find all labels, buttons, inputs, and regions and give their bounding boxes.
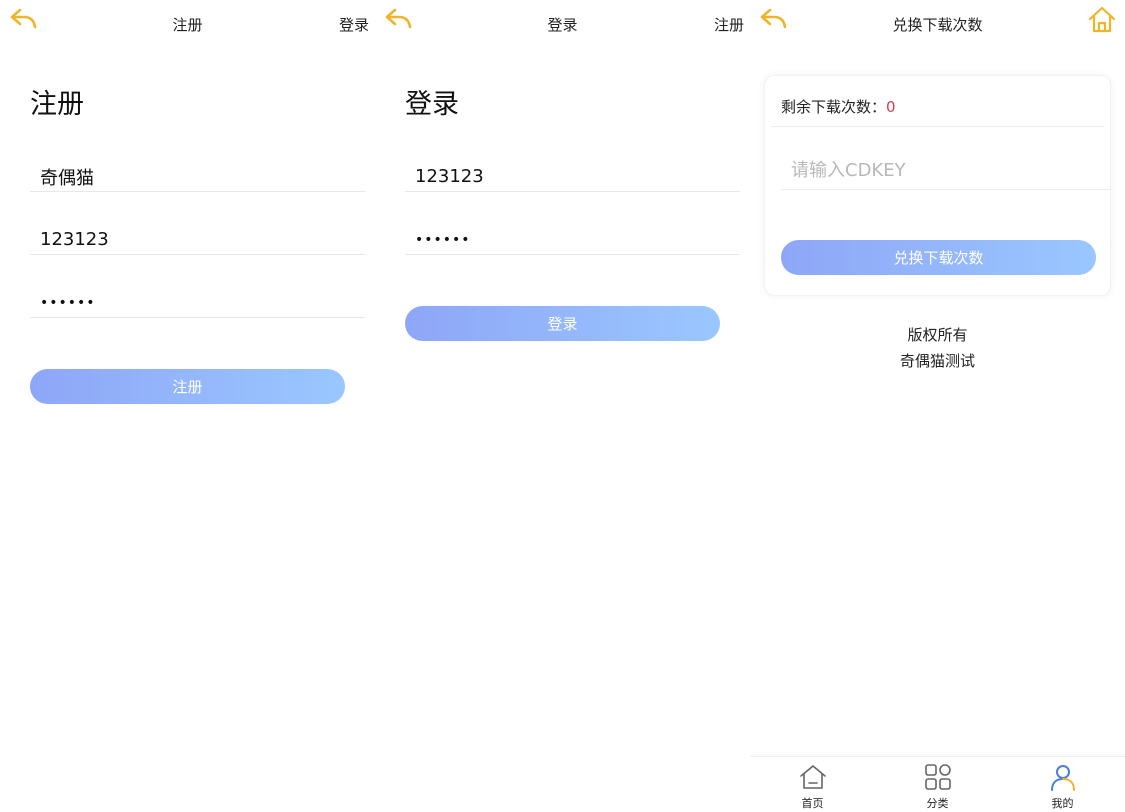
username-input[interactable] <box>30 154 365 191</box>
cdkey-field-wrap <box>781 152 1111 190</box>
password-field-wrap <box>30 280 365 318</box>
home-icon[interactable] <box>1087 4 1117 34</box>
password-field-wrap <box>405 217 740 255</box>
username-field-wrap <box>405 154 740 192</box>
login-heading: 登录 <box>405 89 459 120</box>
login-button[interactable]: 登录 <box>405 306 720 341</box>
phone-field-wrap <box>30 217 365 255</box>
phone-input[interactable] <box>30 217 365 254</box>
register-link[interactable]: 注册 <box>714 14 744 35</box>
login-link[interactable]: 登录 <box>339 14 369 35</box>
register-screen: 注册 登录 注册 注册 <box>0 0 375 812</box>
redeem-topbar: 兑换下载次数 <box>750 0 1125 48</box>
divider <box>771 126 1104 127</box>
cdkey-input[interactable] <box>781 152 1111 189</box>
remaining-downloads: 剩余下载次数：0 <box>781 96 896 117</box>
tab-category[interactable]: 分类 <box>875 757 1000 812</box>
login-screen: 登录 注册 登录 登录 <box>375 0 750 812</box>
username-input[interactable] <box>405 154 740 191</box>
register-button[interactable]: 注册 <box>30 369 345 404</box>
redeem-button[interactable]: 兑换下载次数 <box>781 240 1096 275</box>
page-title: 登录 <box>547 16 578 34</box>
register-heading: 注册 <box>30 89 84 120</box>
tab-label: 我的 <box>1051 797 1074 810</box>
tab-label: 分类 <box>926 797 949 810</box>
tab-mine[interactable]: 我的 <box>1000 757 1125 812</box>
tab-label: 首页 <box>801 797 824 810</box>
copyright-line: 版权所有 <box>907 326 968 344</box>
password-input[interactable] <box>30 280 365 317</box>
tab-home[interactable]: 首页 <box>750 757 875 812</box>
redeem-card: 剩余下载次数：0 兑换下载次数 <box>764 75 1111 296</box>
category-grid-icon <box>924 764 951 790</box>
password-input[interactable] <box>405 217 740 254</box>
page-title: 兑换下载次数 <box>892 16 983 34</box>
redeem-screen: 兑换下载次数 剩余下载次数：0 兑换下载次数 版权所有 奇偶猫测试 首页 <box>750 0 1125 812</box>
copyright-block: 版权所有 奇偶猫测试 <box>750 322 1125 374</box>
bottom-tabbar: 首页 分类 我的 <box>750 756 1125 812</box>
remaining-label: 剩余下载次数： <box>781 98 887 116</box>
register-topbar: 注册 登录 <box>0 0 375 48</box>
page-title: 注册 <box>172 16 203 34</box>
user-profile-icon <box>1050 765 1075 791</box>
home-tab-icon <box>799 765 826 789</box>
remaining-count: 0 <box>886 98 896 116</box>
login-topbar: 登录 注册 <box>375 0 750 48</box>
username-field-wrap <box>30 154 365 192</box>
copyright-owner: 奇偶猫测试 <box>899 352 975 370</box>
